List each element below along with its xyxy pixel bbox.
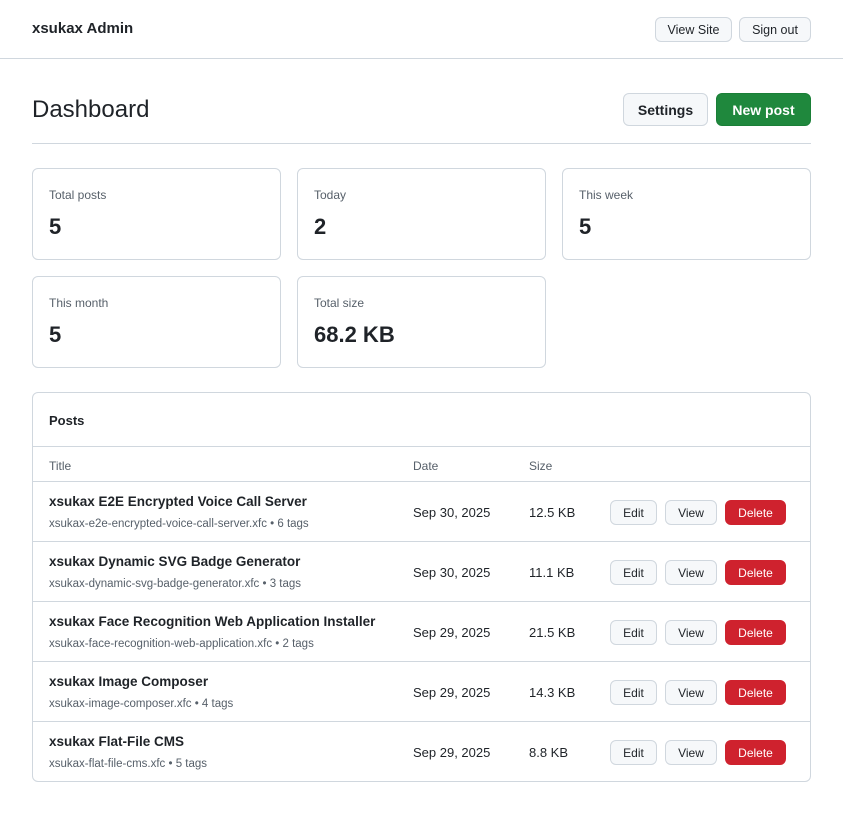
sign-out-button[interactable]: Sign out: [739, 17, 811, 42]
edit-button[interactable]: Edit: [610, 500, 657, 525]
column-header-size: Size: [529, 459, 553, 473]
stat-value: 68.2 KB: [314, 322, 395, 347]
post-title: xsukax Dynamic SVG Badge Generator: [49, 554, 301, 569]
post-meta: xsukax-flat-file-cms.xfc • 5 tags: [49, 758, 208, 770]
stat-card-today: Today 2: [297, 168, 546, 260]
post-size: 8.8 KB: [529, 745, 569, 760]
post-size: 14.3 KB: [529, 685, 576, 700]
post-date: Sep 30, 2025: [413, 505, 491, 520]
stat-value: 5: [579, 214, 592, 239]
post-date: Sep 29, 2025: [413, 745, 491, 760]
edit-button[interactable]: Edit: [610, 560, 657, 585]
post-title: xsukax Flat-File CMS: [49, 734, 185, 749]
brand-title: xsukax Admin: [32, 20, 134, 37]
post-size: 11.1 KB: [529, 565, 575, 580]
delete-button[interactable]: Delete: [725, 560, 786, 585]
page-title: Dashboard: [32, 96, 150, 123]
view-site-button[interactable]: View Site: [655, 17, 732, 42]
post-meta: xsukax-dynamic-svg-badge-generator.xfc •…: [49, 578, 302, 590]
view-button[interactable]: View: [665, 560, 717, 585]
post-title: xsukax Face Recognition Web Application …: [49, 614, 376, 629]
table-row: xsukax Face Recognition Web Application …: [33, 602, 810, 662]
settings-button[interactable]: Settings: [623, 93, 708, 126]
stat-value: 5: [49, 322, 62, 347]
column-header-title: Title: [49, 459, 72, 473]
post-title: xsukax Image Composer: [49, 674, 209, 689]
post-size: 12.5 KB: [529, 505, 576, 520]
post-meta: xsukax-image-composer.xfc • 4 tags: [49, 698, 234, 710]
table-row: xsukax E2E Encrypted Voice Call Server x…: [33, 482, 810, 542]
posts-panel: Posts Title Date Size xsukax E2E Encrypt…: [32, 392, 811, 782]
post-meta: xsukax-e2e-encrypted-voice-call-server.x…: [49, 518, 309, 530]
stat-card-this-month: This month 5: [32, 276, 281, 368]
stat-label: Total size: [314, 296, 365, 310]
top-bar: xsukax Admin View Site Sign out: [0, 0, 843, 59]
delete-button[interactable]: Delete: [725, 500, 786, 525]
edit-button[interactable]: Edit: [610, 740, 657, 765]
view-button[interactable]: View: [665, 740, 717, 765]
stat-label: Today: [314, 188, 347, 202]
stat-card-total-posts: Total posts 5: [32, 168, 281, 260]
edit-button[interactable]: Edit: [610, 620, 657, 645]
post-date: Sep 30, 2025: [413, 565, 491, 580]
view-button[interactable]: View: [665, 500, 717, 525]
post-size: 21.5 KB: [529, 625, 576, 640]
delete-button[interactable]: Delete: [725, 680, 786, 705]
delete-button[interactable]: Delete: [725, 740, 786, 765]
table-row: xsukax Flat-File CMS xsukax-flat-file-cm…: [33, 722, 810, 781]
post-title: xsukax E2E Encrypted Voice Call Server: [49, 494, 307, 509]
column-header-date: Date: [413, 459, 439, 473]
delete-button[interactable]: Delete: [725, 620, 786, 645]
stat-label: Total posts: [49, 188, 107, 202]
stat-label: This month: [49, 296, 109, 310]
post-date: Sep 29, 2025: [413, 685, 491, 700]
view-button[interactable]: View: [665, 620, 717, 645]
table-row: xsukax Image Composer xsukax-image-compo…: [33, 662, 810, 722]
divider: [33, 446, 810, 447]
divider: [32, 143, 811, 144]
stat-value: 2: [314, 214, 327, 239]
stat-card-this-week: This week 5: [562, 168, 811, 260]
post-date: Sep 29, 2025: [413, 625, 491, 640]
stat-label: This week: [579, 188, 634, 202]
edit-button[interactable]: Edit: [610, 680, 657, 705]
table-row: xsukax Dynamic SVG Badge Generator xsuka…: [33, 542, 810, 602]
stat-card-total-size: Total size 68.2 KB: [297, 276, 546, 368]
posts-panel-title: Posts: [49, 413, 85, 428]
view-button[interactable]: View: [665, 680, 717, 705]
post-meta: xsukax-face-recognition-web-application.…: [49, 638, 314, 650]
stat-value: 5: [49, 214, 62, 239]
new-post-button[interactable]: New post: [716, 93, 811, 126]
